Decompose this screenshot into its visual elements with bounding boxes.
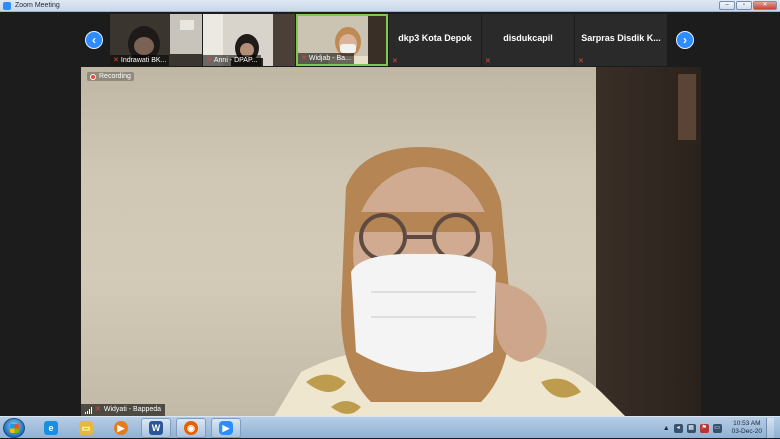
speaker-caption: ✕ Widyati - Bappeda xyxy=(81,404,166,416)
muted-mic-icon: ✕ xyxy=(392,58,398,65)
volume-icon[interactable]: ◂ xyxy=(673,423,683,433)
windows-logo-icon xyxy=(10,424,19,433)
network-icon[interactable]: ▦ xyxy=(686,423,696,433)
speaker-name: Widyati - Bappeda xyxy=(103,406,162,413)
windows-taskbar: e ▭ ▶ W ◉ ▶ ▲ ◂ ▦ ⚑ ▭ 10:53 AM 03-Dec-20 xyxy=(0,416,780,438)
participant-tile[interactable]: disdukcapil ✕ xyxy=(482,14,574,66)
participant-caption: ✕ Anni - DPAP... xyxy=(203,55,261,66)
recording-indicator: Recording xyxy=(87,72,134,81)
participant-name: Indrawati BK... xyxy=(120,57,167,64)
start-button[interactable] xyxy=(3,418,25,438)
speaker-figure xyxy=(274,147,625,416)
participant-tile[interactable]: dkp3 Kota Depok ✕ xyxy=(389,14,481,66)
firefox-icon: ◉ xyxy=(184,421,198,435)
system-tray: ▲ ◂ ▦ ⚑ ▭ 10:53 AM 03-Dec-20 xyxy=(663,417,780,439)
participant-tile[interactable]: ✕ Anni - DPAP... xyxy=(203,14,295,66)
taskbar-internet-explorer[interactable]: e xyxy=(36,418,66,438)
window-titlebar: Zoom Meeting – ▫ ✕ xyxy=(0,0,780,12)
recording-label: Recording xyxy=(99,73,131,80)
signal-strength-icon xyxy=(85,406,92,414)
taskbar-word[interactable]: W xyxy=(141,418,171,438)
participant-tile[interactable]: ✕ Indrawati BK... xyxy=(110,14,202,66)
participant-caption: ✕ Widjab - Ba... xyxy=(298,53,354,64)
minimize-button[interactable]: – xyxy=(719,1,735,10)
participant-name: disdukcapil xyxy=(503,33,553,43)
folder-icon: ▭ xyxy=(79,421,93,435)
zoom-icon: ▶ xyxy=(219,421,233,435)
participant-caption: ✕ Indrawati BK... xyxy=(110,55,170,66)
flag-icon[interactable]: ⚑ xyxy=(699,423,709,433)
close-button[interactable]: ✕ xyxy=(753,1,777,10)
taskbar-media-player[interactable]: ▶ xyxy=(106,418,136,438)
window-title: Zoom Meeting xyxy=(15,2,60,9)
meeting-stage: ‹ ✕ Indrawati BK... ✕ Anni - DPAP... ✕ W… xyxy=(0,12,780,416)
media-player-icon: ▶ xyxy=(114,421,128,435)
prev-page-button[interactable]: ‹ xyxy=(85,31,103,49)
zoom-app-icon xyxy=(3,1,11,10)
participant-name: Sarpras Disdik K... xyxy=(581,33,661,43)
muted-mic-icon: ✕ xyxy=(485,58,491,65)
next-page-button[interactable]: › xyxy=(676,31,694,49)
taskbar-clock[interactable]: 10:53 AM 03-Dec-20 xyxy=(732,420,762,436)
muted-mic-icon: ✕ xyxy=(301,55,307,62)
muted-mic-icon: ✕ xyxy=(113,57,119,64)
participant-name: Widjab - Ba... xyxy=(308,55,351,62)
show-hidden-icons-icon[interactable]: ▲ xyxy=(663,425,670,432)
active-speaker-video: Recording ✕ Widyati - Bappeda xyxy=(81,67,701,416)
word-icon: W xyxy=(149,421,163,435)
maximize-button[interactable]: ▫ xyxy=(736,1,752,10)
internet-explorer-icon: e xyxy=(44,421,58,435)
video-background-frame xyxy=(676,72,698,142)
clock-time: 10:53 AM xyxy=(733,420,761,427)
participant-name: dkp3 Kota Depok xyxy=(398,33,472,43)
taskbar-zoom[interactable]: ▶ xyxy=(211,418,241,438)
participant-name: Anni - DPAP... xyxy=(213,57,258,64)
clock-date: 03-Dec-20 xyxy=(731,428,762,435)
taskbar-file-explorer[interactable]: ▭ xyxy=(71,418,101,438)
muted-mic-icon: ✕ xyxy=(578,58,584,65)
recording-dot-icon xyxy=(90,73,96,80)
participant-tile-active[interactable]: ✕ Widjab - Ba... xyxy=(296,14,388,66)
gallery-strip: ‹ ✕ Indrawati BK... ✕ Anni - DPAP... ✕ W… xyxy=(0,12,780,67)
keyboard-icon[interactable]: ▭ xyxy=(712,423,722,433)
show-desktop-button[interactable] xyxy=(766,418,774,438)
participant-tile[interactable]: Sarpras Disdik K... ✕ xyxy=(575,14,667,66)
muted-mic-icon: ✕ xyxy=(95,406,101,413)
muted-mic-icon: ✕ xyxy=(206,57,212,64)
taskbar-firefox[interactable]: ◉ xyxy=(176,418,206,438)
window-controls: – ▫ ✕ xyxy=(719,1,777,10)
